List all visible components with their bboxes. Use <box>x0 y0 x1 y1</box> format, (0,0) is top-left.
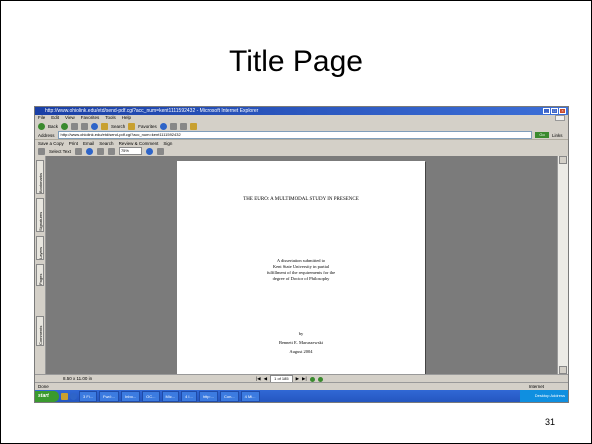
tab-label: Comments <box>38 325 43 345</box>
taskbar-item[interactable]: Fwd:... <box>99 390 120 402</box>
fit-page-icon[interactable] <box>107 147 115 155</box>
vertical-scrollbar[interactable] <box>557 156 568 374</box>
go-button[interactable]: Go <box>535 132 549 138</box>
search-icon <box>101 122 109 130</box>
taskbar-item[interactable]: http:... <box>198 390 218 402</box>
tab-label: Bookmarks <box>38 172 43 193</box>
taskbar-item[interactable]: Mic... <box>161 390 180 402</box>
document-title: THE EURO: A MULTIMODAL STUDY IN PRESENCE <box>243 197 359 202</box>
zoom-in-icon[interactable] <box>145 147 153 155</box>
refresh-icon[interactable] <box>81 122 89 130</box>
system-tray: Desktop Address <box>520 390 568 402</box>
star-icon <box>128 122 136 130</box>
tab-comments[interactable]: Comments <box>36 316 44 346</box>
slide-title: Title Page <box>229 45 363 78</box>
next-view-icon[interactable] <box>317 376 323 382</box>
taskbar-item[interactable]: Inbo... <box>121 390 141 402</box>
address-label: Address <box>38 132 55 138</box>
tab-label: Pages <box>38 273 43 285</box>
quick-launch-icon[interactable] <box>70 392 77 400</box>
sign-button[interactable]: Sign <box>163 141 172 146</box>
dissertation-statement: A dissertation submitted to Kent State U… <box>177 258 425 282</box>
back-button[interactable]: Back <box>48 124 58 129</box>
pdf-page: THE EURO: A MULTIMODAL STUDY IN PRESENCE… <box>177 161 425 376</box>
window-controls: _ □ × <box>543 108 566 114</box>
snapshot-icon[interactable] <box>74 147 82 155</box>
stop-icon[interactable] <box>71 122 79 130</box>
address-bar: Address http://www.ohiolink.edu/etd/send… <box>35 131 568 139</box>
windows-taskbar: start 3 Fi... Fwd:... Inbo... OC... Mic.… <box>35 390 568 402</box>
save-copy-button[interactable]: Save a Copy <box>38 141 64 146</box>
quick-launch-icon[interactable] <box>61 392 68 400</box>
tab-pages[interactable]: Pages <box>36 264 44 286</box>
back-arrow-icon[interactable] <box>38 122 45 130</box>
print-icon[interactable] <box>179 122 187 130</box>
tab-bookmarks[interactable]: Bookmarks <box>36 160 44 194</box>
folder-icon[interactable] <box>189 122 197 130</box>
status-text: Done <box>38 384 49 389</box>
forward-arrow-icon[interactable] <box>61 122 69 130</box>
start-button[interactable]: start <box>35 390 59 402</box>
by-label: by <box>298 331 304 336</box>
slide: Title Page http://www.ohiolink.edu/etd/s… <box>0 0 592 444</box>
scroll-down-icon[interactable] <box>559 366 567 374</box>
hand-tool-icon[interactable] <box>38 147 45 155</box>
history-icon[interactable] <box>159 122 167 130</box>
tab-signatures[interactable]: Signatures <box>36 198 44 232</box>
taskbar-item[interactable]: OC... <box>142 390 160 402</box>
review-comment-button[interactable]: Review & Comment <box>119 141 159 146</box>
tab-label: Signatures <box>38 211 43 231</box>
pdf-view-toolbar: Select Text 75% <box>35 147 568 155</box>
zoom-icon[interactable] <box>85 147 93 155</box>
minimize-icon[interactable]: _ <box>543 108 550 114</box>
rotate-icon[interactable] <box>156 147 164 155</box>
slide-number: 31 <box>544 417 555 427</box>
screenshot-window: http://www.ohiolink.edu/etd/send-pdf.cgi… <box>34 106 569 403</box>
window-title: http://www.ohiolink.edu/etd/send-pdf.cgi… <box>45 108 259 114</box>
statement-line: degree of Doctor of Philosophy <box>272 276 330 281</box>
pdf-search-button[interactable]: Search <box>99 141 113 146</box>
search-button[interactable]: Search <box>111 124 125 129</box>
taskbar-item[interactable]: Con... <box>219 390 239 402</box>
select-text-button[interactable]: Select Text <box>49 149 71 154</box>
status-bar: Done Internet <box>35 382 568 390</box>
document-date: August 2004 <box>289 349 313 354</box>
address-input[interactable]: http://www.ohiolink.edu/etd/send-pdf.cgi… <box>57 131 532 139</box>
email-button[interactable]: Email <box>83 141 94 146</box>
actual-size-icon[interactable] <box>96 147 104 155</box>
taskbar-item[interactable]: 3 Fi... <box>79 390 98 402</box>
mail-icon[interactable] <box>169 122 177 130</box>
home-icon[interactable] <box>91 122 99 130</box>
maximize-icon[interactable]: □ <box>551 108 558 114</box>
favorites-button[interactable]: Favorites <box>138 124 157 129</box>
close-icon[interactable]: × <box>559 108 566 114</box>
pdf-viewer[interactable]: THE EURO: A MULTIMODAL STUDY IN PRESENCE… <box>46 156 558 376</box>
tab-layers[interactable]: Layers <box>36 236 44 260</box>
links-button[interactable]: Links <box>552 133 568 138</box>
zoom-field[interactable]: 75% <box>118 147 142 155</box>
author-block: by Bennett E. Maruszewski August 2004 <box>177 329 425 356</box>
scroll-up-icon[interactable] <box>559 156 567 164</box>
print-button[interactable]: Print <box>69 141 78 146</box>
tab-label: Layers <box>38 246 43 259</box>
taskbar-item[interactable]: 4 Mi... <box>240 390 260 402</box>
browser-title-bar: http://www.ohiolink.edu/etd/send-pdf.cgi… <box>35 107 568 115</box>
pdf-toolbar: Save a Copy Print Email Search Review & … <box>35 139 568 147</box>
prev-view-icon[interactable] <box>309 376 315 382</box>
taskbar-item[interactable]: 4 I... <box>181 390 197 402</box>
author-name: Bennett E. Maruszewski <box>278 340 324 345</box>
pdf-nav-tabs: Bookmarks Signatures Layers Pages Commen… <box>35 156 46 374</box>
browser-toolbar: Back Search Favorites <box>35 121 568 131</box>
